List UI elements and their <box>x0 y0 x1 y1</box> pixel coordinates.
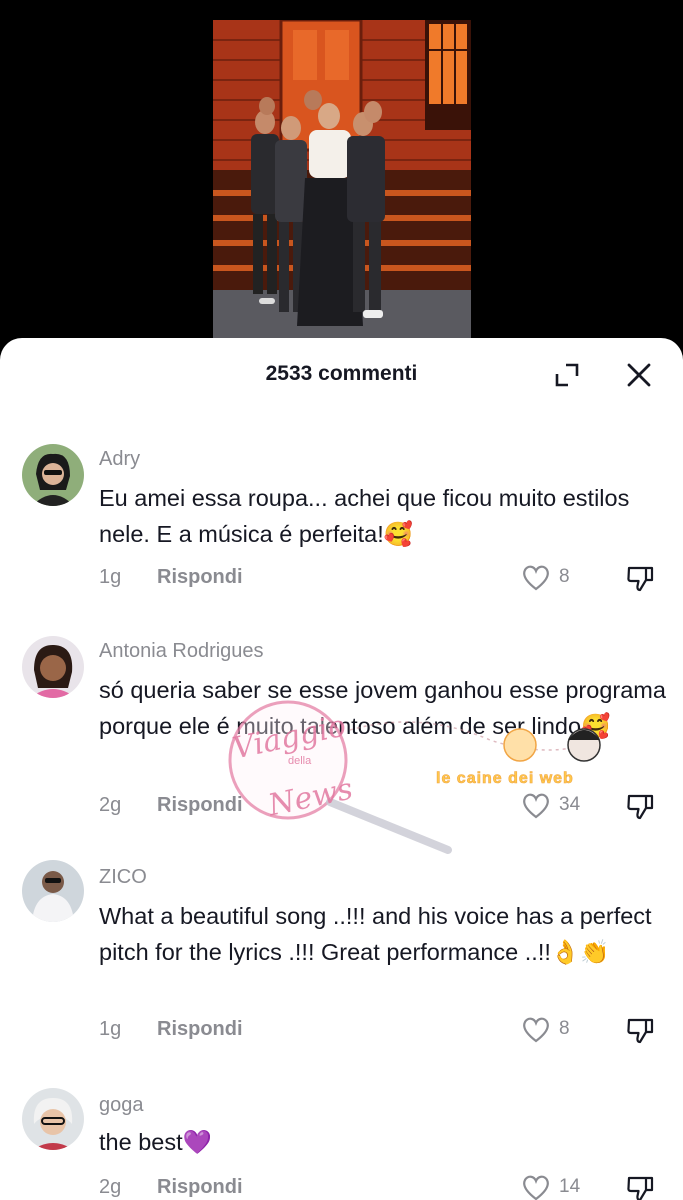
avatar[interactable] <box>22 636 84 698</box>
avatar[interactable] <box>22 444 84 506</box>
comment-text: Eu amei essa roupa... achei que ficou mu… <box>99 485 630 547</box>
watermark-text-small: della <box>288 755 312 767</box>
reply-button[interactable]: Rispondi <box>157 566 243 589</box>
comment-username[interactable]: goga <box>99 1094 144 1117</box>
expand-icon[interactable] <box>552 360 582 390</box>
video-player-area[interactable] <box>0 0 683 350</box>
reply-button[interactable]: Rispondi <box>157 1018 243 1041</box>
comment-actions: 2g Rispondi 34 <box>99 793 669 824</box>
heart-outline-icon[interactable] <box>520 1172 552 1200</box>
comment-text: só queria saber se esse jovem ganhou ess… <box>99 677 666 739</box>
comments-header: 2533 commenti <box>0 338 683 410</box>
heart-outline-icon[interactable] <box>520 790 552 822</box>
comment-text: the best💜 <box>99 1129 212 1155</box>
thumbs-down-icon[interactable] <box>625 1014 657 1046</box>
comment-actions: 1g Rispondi 8 <box>99 1017 669 1048</box>
thumbs-down-icon[interactable] <box>625 562 657 594</box>
comment-time: 1g <box>99 566 122 588</box>
avatar[interactable] <box>22 860 84 922</box>
comment-username[interactable]: Adry <box>99 448 140 471</box>
close-icon[interactable] <box>624 360 654 390</box>
comment-actions: 1g Rispondi 8 <box>99 565 669 596</box>
reply-button[interactable]: Rispondi <box>157 1176 243 1199</box>
comment-time: 2g <box>99 794 122 816</box>
avatar[interactable] <box>22 1088 84 1150</box>
thumbs-down-icon[interactable] <box>625 1172 657 1200</box>
comment-username[interactable]: ZICO <box>99 866 147 889</box>
watermark-caption: le caine dei web <box>436 770 574 788</box>
comment-actions: 2g Rispondi 14 <box>99 1175 669 1200</box>
thumbs-down-icon[interactable] <box>625 790 657 822</box>
reply-button[interactable]: Rispondi <box>157 794 243 817</box>
comment-time: 2g <box>99 1176 122 1198</box>
comment-time: 1g <box>99 1018 122 1040</box>
like-count: 8 <box>559 566 570 587</box>
comment-text: What a beautiful song ..!!! and his voic… <box>99 903 652 965</box>
like-count: 34 <box>559 794 581 815</box>
like-count: 14 <box>559 1176 581 1197</box>
heart-outline-icon[interactable] <box>520 1014 552 1046</box>
heart-outline-icon[interactable] <box>520 562 552 594</box>
stage-performance-image <box>213 20 471 338</box>
video-thumbnail[interactable] <box>213 20 471 338</box>
like-count: 8 <box>559 1018 570 1039</box>
comment-username[interactable]: Antonia Rodrigues <box>99 640 264 663</box>
